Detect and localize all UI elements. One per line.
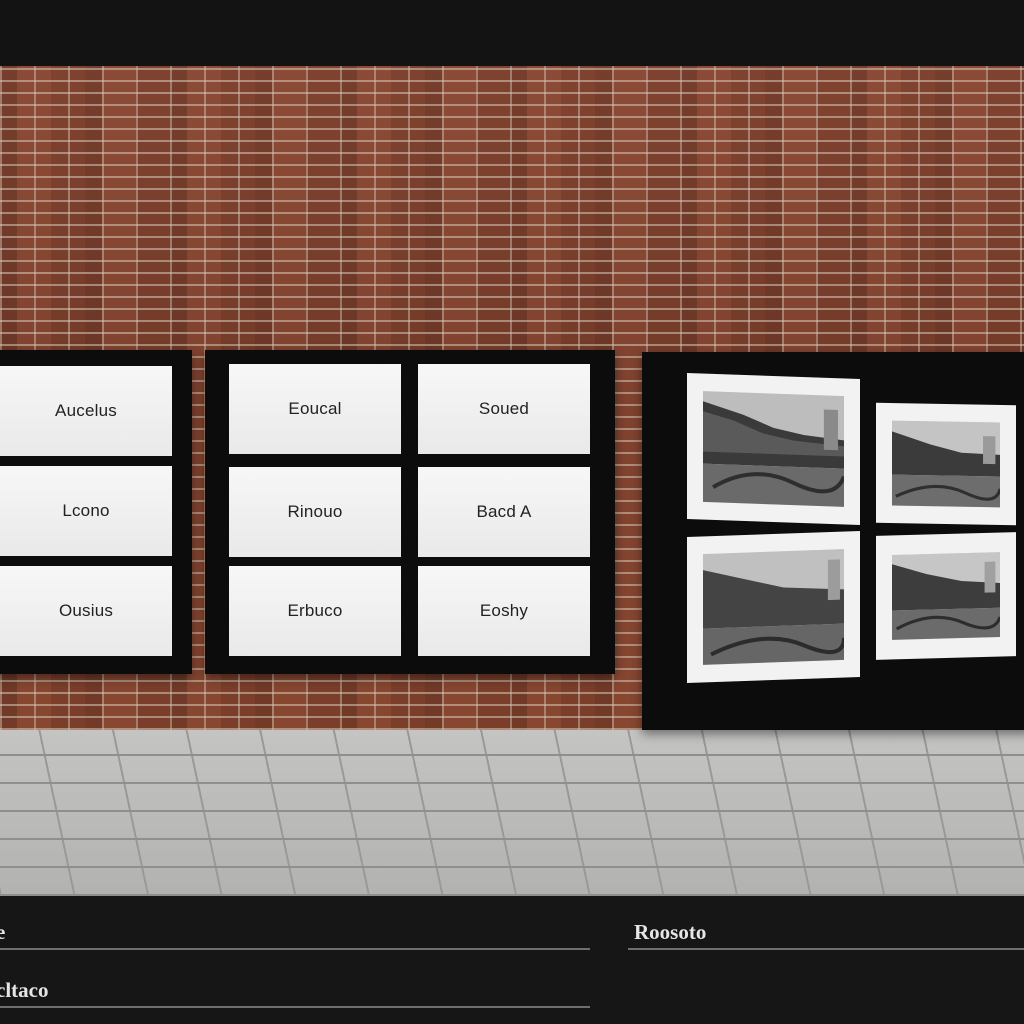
card-label: Aucelus	[55, 401, 117, 420]
street-photo-icon	[703, 391, 844, 507]
middle-display-board: Eoucal Soued Rinouo Bacd A Erbuco Eoshy	[205, 350, 615, 674]
bottom-right-label[interactable]: Roosoto	[634, 920, 706, 945]
bottom-panel: e cltaco Roosoto	[0, 896, 1024, 1024]
street-photo-icon	[892, 420, 1000, 508]
card-eoshy[interactable]: Eoshy	[418, 566, 590, 656]
photo-frame-3[interactable]	[687, 530, 860, 684]
left-display-board: Aucelus Lcono Ousius	[0, 350, 192, 674]
divider-line	[0, 1006, 590, 1008]
card-label: Erbuco	[287, 601, 343, 620]
card-erbuco[interactable]: Erbuco	[229, 566, 401, 656]
bottom-left-label-1[interactable]: e	[0, 920, 5, 945]
photo-frame-4[interactable]	[876, 532, 1016, 660]
gallery-scene: Aucelus Lcono Ousius Eoucal Soued Rinouo…	[0, 0, 1024, 1024]
card-rinouo[interactable]: Rinouo	[229, 467, 401, 557]
divider-line	[628, 948, 1024, 950]
top-bar	[0, 0, 1024, 66]
street-photo-icon	[703, 549, 844, 665]
card-lcono[interactable]: Lcono	[0, 466, 172, 556]
pavement-floor	[0, 730, 1024, 896]
street-photo-icon	[892, 552, 1000, 640]
right-display-board	[642, 352, 1024, 730]
card-label: Rinouo	[287, 502, 343, 521]
card-eoucal[interactable]: Eoucal	[229, 364, 401, 454]
card-aucelus[interactable]: Aucelus	[0, 366, 172, 456]
divider-line	[0, 948, 590, 950]
card-label: Ousius	[58, 601, 114, 620]
card-label: Soued	[478, 399, 530, 418]
card-bacd-a[interactable]: Bacd A	[418, 467, 590, 557]
card-label: Lcono	[62, 501, 110, 520]
bottom-left-label-2[interactable]: cltaco	[0, 978, 48, 1003]
card-ousius[interactable]: Ousius	[0, 566, 172, 656]
photo-frame-1[interactable]	[687, 372, 860, 526]
photo-frame-2[interactable]	[876, 402, 1016, 526]
card-soued[interactable]: Soued	[418, 364, 590, 454]
card-label: Bacd A	[476, 502, 532, 521]
card-label: Eoshy	[479, 601, 529, 620]
card-label: Eoucal	[288, 399, 342, 418]
